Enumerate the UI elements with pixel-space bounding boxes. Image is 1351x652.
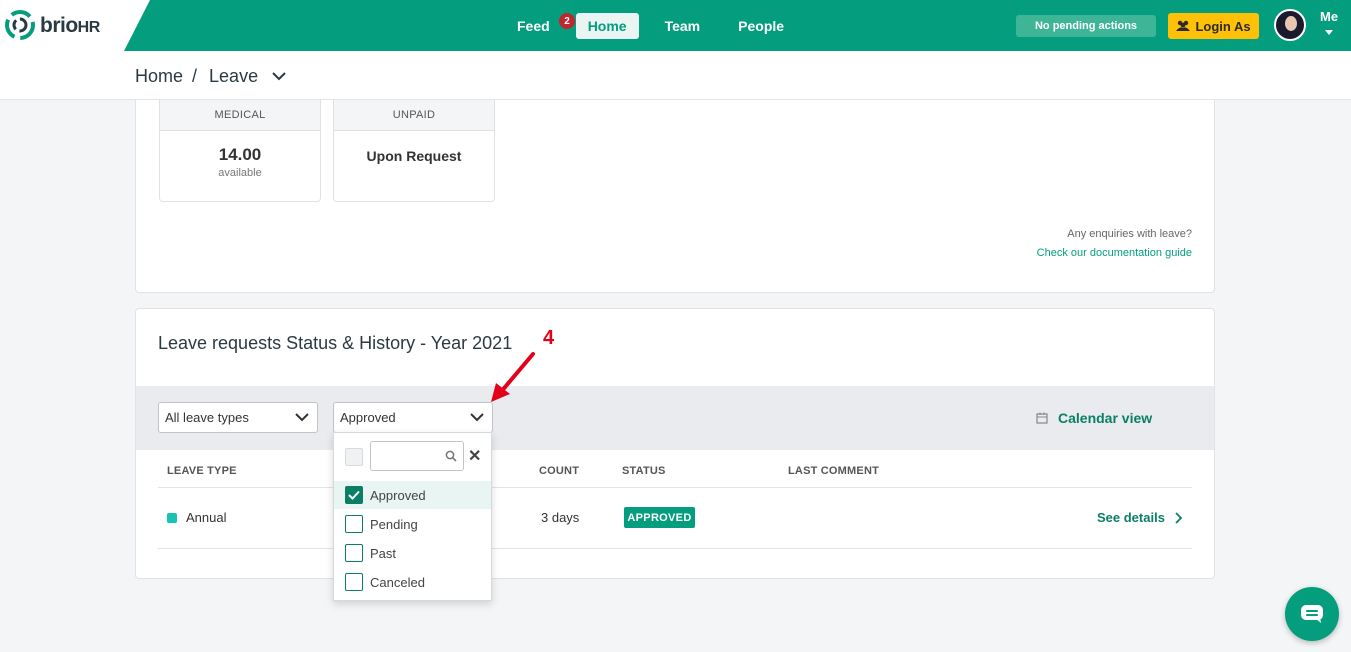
annotation-arrow-icon	[491, 352, 535, 402]
divider	[158, 487, 1192, 488]
see-details-link[interactable]: See details	[1097, 510, 1183, 525]
breadcrumb-current: Leave	[209, 66, 259, 86]
leave-balance-card: MEDICAL 14.00 available UNPAID Upon Requ…	[135, 100, 1215, 293]
dropdown-option-canceled[interactable]: Canceled	[334, 568, 491, 596]
status-badge: APPROVED	[624, 507, 695, 528]
breadcrumb: Home / Leave	[135, 66, 286, 87]
checkbox	[345, 544, 363, 562]
breadcrumb-home[interactable]: Home	[135, 66, 183, 87]
calendar-icon	[1036, 412, 1048, 424]
leave-color-dot	[167, 513, 177, 523]
chat-launcher-button[interactable]	[1285, 587, 1339, 641]
balance-value: 14.00	[218, 145, 262, 164]
dropdown-option-pending[interactable]: Pending	[334, 510, 491, 538]
login-as-button[interactable]: Login As	[1168, 13, 1259, 39]
column-header-status: STATUS	[622, 465, 666, 477]
clear-search-button[interactable]: ✕	[468, 446, 481, 466]
balance-tile-unpaid: UNPAID Upon Request	[333, 100, 495, 202]
leave-type-select[interactable]: All leave types	[158, 402, 318, 433]
leave-requests-card: Leave requests Status & History - Year 2…	[135, 308, 1215, 579]
filter-bar: All leave types Approved Calendar view	[136, 386, 1214, 450]
search-icon	[445, 450, 457, 462]
caret-down-icon[interactable]	[1325, 30, 1333, 35]
status-select[interactable]: Approved	[333, 402, 493, 433]
breadcrumb-separator: /	[192, 66, 198, 86]
balance-sub: available	[218, 167, 262, 179]
nav-people[interactable]: People	[726, 13, 796, 39]
checkbox	[345, 573, 363, 591]
annotation-step-number: 4	[543, 327, 555, 349]
nav-team[interactable]: Team	[653, 13, 713, 39]
users-icon	[1176, 20, 1191, 31]
chevron-down-icon	[470, 413, 484, 422]
section-title: Leave requests Status & History - Year 2…	[158, 333, 513, 353]
column-header-count: COUNT	[539, 465, 580, 477]
chevron-right-icon	[1175, 511, 1183, 524]
pending-actions-button[interactable]: No pending actions	[1016, 15, 1156, 37]
feed-count-badge: 2	[559, 13, 575, 29]
status-dropdown-panel: ✕ Approved Pending Past Canceled	[333, 432, 492, 601]
me-menu-label[interactable]: Me	[1320, 9, 1338, 24]
select-all-checkbox[interactable]	[345, 448, 363, 466]
checkbox	[345, 515, 363, 533]
chat-icon	[1301, 605, 1323, 623]
chevron-down-icon	[295, 413, 309, 422]
dropdown-search-input[interactable]	[370, 441, 464, 471]
count-cell: 3 days	[541, 510, 580, 525]
check-icon	[345, 486, 363, 504]
balance-label: MEDICAL	[160, 100, 320, 131]
balance-value: Upon Request	[366, 148, 462, 164]
column-header-leave-type: LEAVE TYPE	[167, 465, 237, 477]
brio-logo-icon	[5, 10, 35, 40]
avatar[interactable]	[1274, 9, 1306, 41]
chevron-down-icon[interactable]	[272, 72, 286, 81]
dropdown-option-approved[interactable]: Approved	[334, 481, 491, 509]
column-header-last-comment: LAST COMMENT	[788, 465, 880, 477]
main-nav: Feed 2 Home Team People	[505, 12, 810, 40]
help-question: Any enquiries with leave?	[1067, 228, 1192, 240]
documentation-link[interactable]: Check our documentation guide	[1037, 247, 1192, 259]
balance-label: UNPAID	[334, 100, 494, 131]
logo[interactable]: brioHR	[0, 0, 150, 51]
dropdown-option-past[interactable]: Past	[334, 539, 491, 567]
nav-home[interactable]: Home	[575, 13, 639, 39]
brand-name: brioHR	[40, 14, 100, 37]
balance-tile-medical: MEDICAL 14.00 available	[159, 100, 321, 202]
divider	[158, 548, 1192, 549]
calendar-view-link[interactable]: Calendar view	[1036, 410, 1152, 426]
leave-type-cell: Annual	[167, 510, 226, 525]
nav-feed[interactable]: Feed 2	[505, 13, 575, 39]
